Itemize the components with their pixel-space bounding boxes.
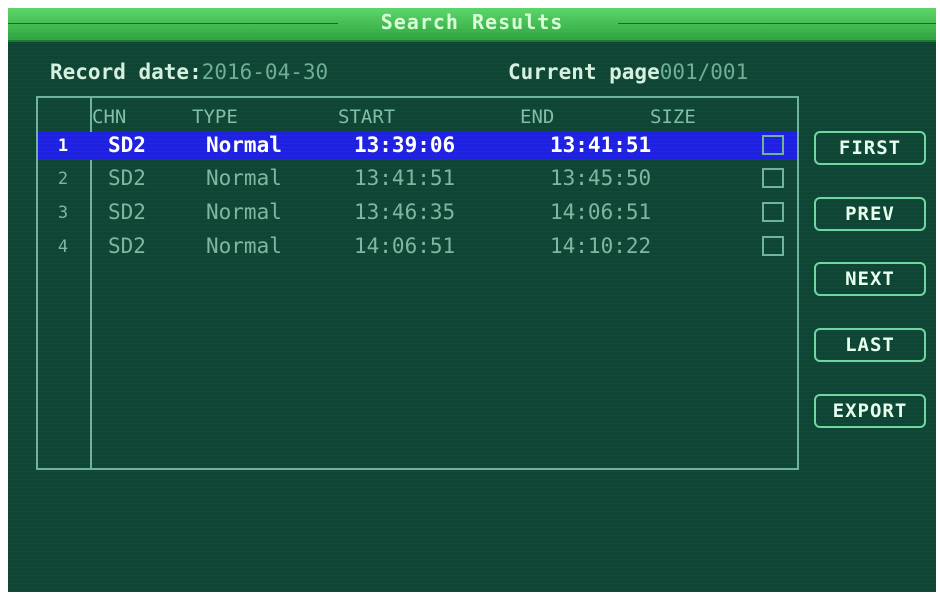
title-bar: Search Results: [8, 8, 936, 42]
row-start: 13:39:06: [354, 133, 456, 157]
row-end: 14:10:22: [550, 234, 652, 258]
last-button[interactable]: LAST: [814, 328, 926, 362]
row-start: 13:41:51: [354, 166, 456, 190]
column-header-size: SIZE: [650, 106, 696, 128]
record-date-value: 2016-04-30: [201, 60, 329, 84]
row-chn: SD2: [108, 234, 146, 258]
row-chn: SD2: [108, 200, 146, 224]
row-type: Normal: [206, 234, 282, 258]
row-type: Normal: [206, 200, 282, 224]
row-select-checkbox[interactable]: [762, 135, 784, 155]
row-number: 3: [57, 203, 69, 223]
current-page-label: Current page: [508, 60, 660, 84]
row-chn: SD2: [108, 133, 146, 157]
dvr-screen: Search Results Record date:2016-04-30 Cu…: [8, 8, 936, 592]
row-number: 1: [57, 136, 69, 156]
window-title: Search Results: [380, 10, 564, 34]
row-end: 13:41:51: [550, 133, 652, 157]
column-header-start: START: [338, 106, 396, 128]
prev-button[interactable]: PREV: [814, 197, 926, 231]
next-button[interactable]: NEXT: [814, 262, 926, 296]
row-select-checkbox[interactable]: [762, 202, 784, 222]
record-date: Record date:2016-04-30: [50, 60, 328, 84]
current-page: Current page001/001: [508, 60, 748, 84]
export-button[interactable]: EXPORT: [814, 394, 926, 428]
row-end: 13:45:50: [550, 166, 652, 190]
record-date-label: Record date:: [50, 60, 202, 84]
column-header-type: TYPE: [192, 106, 238, 128]
table-row[interactable]: 3 SD2 Normal 13:46:35 14:06:51: [38, 199, 797, 227]
table-row[interactable]: 2 SD2 Normal 13:41:51 13:45:50: [38, 165, 797, 193]
row-select-checkbox[interactable]: [762, 168, 784, 188]
table-row[interactable]: 4 SD2 Normal 14:06:51 14:10:22: [38, 233, 797, 261]
column-header-chn: CHN: [92, 106, 127, 128]
row-start: 14:06:51: [354, 234, 456, 258]
column-header-end: END: [520, 106, 555, 128]
row-number: 4: [57, 237, 69, 257]
first-button[interactable]: FIRST: [814, 131, 926, 165]
row-select-checkbox[interactable]: [762, 236, 784, 256]
row-number: 2: [57, 169, 69, 189]
table-row[interactable]: 1 SD2 Normal 13:39:06 13:41:51: [38, 132, 797, 160]
row-chn: SD2: [108, 166, 146, 190]
row-type: Normal: [206, 166, 282, 190]
current-page-value: 001/001: [659, 60, 749, 84]
row-start: 13:46:35: [354, 200, 456, 224]
row-end: 14:06:51: [550, 200, 652, 224]
row-type: Normal: [206, 133, 282, 157]
